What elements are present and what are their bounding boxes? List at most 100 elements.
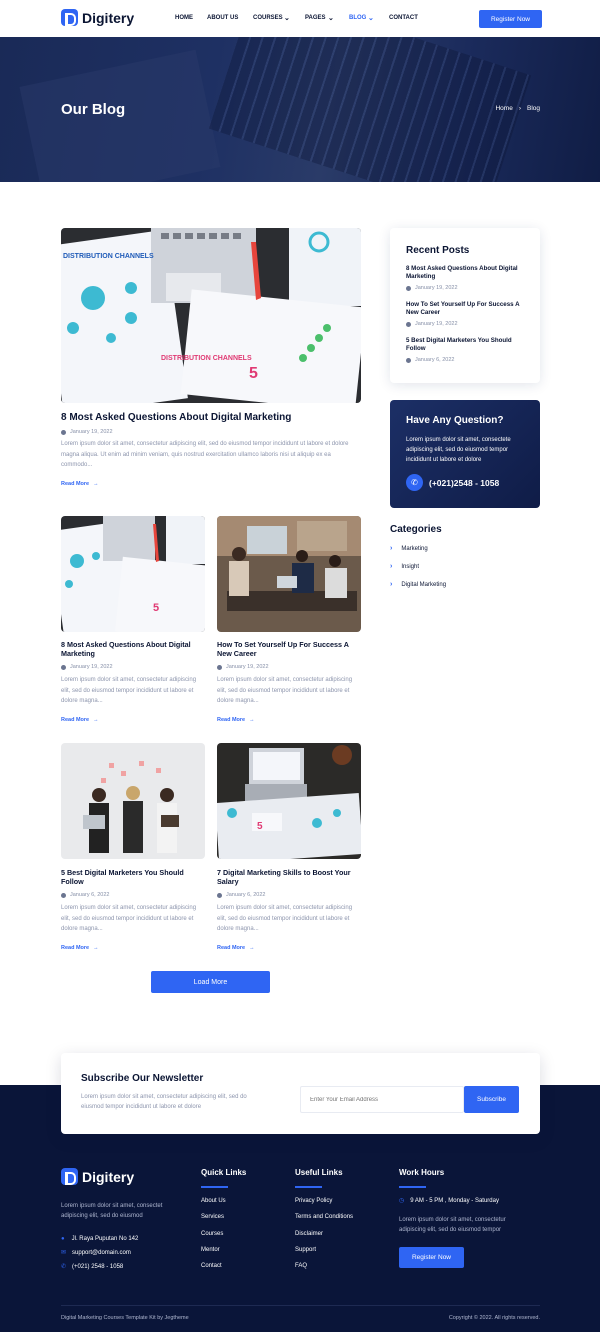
- brand-logo[interactable]: Digitery: [61, 9, 134, 26]
- clock-icon: [406, 357, 411, 363]
- arrow-right-icon: →: [249, 717, 255, 723]
- chevron-down-icon: ⌄: [284, 15, 290, 22]
- subscribe-button[interactable]: Subscribe: [464, 1086, 519, 1113]
- categories-title: Categories: [390, 524, 442, 535]
- nav-blog[interactable]: BLOG: [349, 15, 366, 21]
- nav-pages[interactable]: PAGES: [305, 15, 326, 21]
- footer-credit: Digital Marketing Courses Template Kit b…: [61, 1315, 189, 1321]
- read-more-label: Read More: [61, 717, 90, 723]
- footer-divider: [61, 1305, 540, 1306]
- svg-text:5: 5: [249, 365, 258, 382]
- work-hours: ◷ 9 AM - 5 PM , Monday - Saturday: [399, 1193, 499, 1209]
- category-item[interactable]: › Insight: [390, 563, 419, 570]
- clock-icon: ◷: [399, 1198, 405, 1204]
- category-item[interactable]: › Marketing: [390, 545, 428, 552]
- nav-courses[interactable]: COURSES: [253, 15, 283, 21]
- register-now-button[interactable]: Register Now: [479, 10, 542, 28]
- featured-post-excerpt: Lorem ipsum dolor sit amet, consectetur …: [61, 441, 349, 468]
- breadcrumb-current: Blog: [526, 105, 540, 112]
- featured-read-more[interactable]: Read More →: [61, 481, 99, 487]
- clock-icon: [61, 429, 66, 435]
- post-read-more[interactable]: Read More →: [217, 945, 255, 951]
- post-date: January 6, 2022: [217, 892, 265, 898]
- recent-post-link[interactable]: How To Set Yourself Up For Success A New…: [406, 301, 526, 317]
- useful-links-title: Useful Links: [295, 1168, 343, 1177]
- chevron-down-icon: ⌄: [328, 15, 334, 22]
- clock-icon: [406, 321, 411, 327]
- useful-links-list: Privacy Policy Terms and Conditions Disc…: [295, 1193, 353, 1274]
- post-image-1[interactable]: 5: [61, 516, 205, 632]
- quick-links-list: About Us Services Courses Mentor Contact: [201, 1193, 226, 1274]
- recent-post-link[interactable]: 8 Most Asked Questions About Digital Mar…: [406, 265, 526, 281]
- post-date: January 19, 2022: [217, 664, 269, 670]
- post-read-more[interactable]: Read More →: [217, 717, 255, 723]
- read-more-label: Read More: [61, 945, 90, 951]
- post-image-2[interactable]: [217, 516, 361, 632]
- phone-icon: ✆: [61, 1264, 67, 1270]
- post-title[interactable]: 5 Best Digital Marketers You Should Foll…: [61, 868, 205, 887]
- post-title[interactable]: 8 Most Asked Questions About Digital Mar…: [61, 640, 205, 659]
- newsletter-title: Subscribe Our Newsletter: [81, 1073, 204, 1084]
- work-hours-title: Work Hours: [399, 1168, 445, 1177]
- brand-name: Digitery: [82, 9, 135, 26]
- arrow-right-icon: →: [93, 481, 99, 487]
- post-excerpt: Lorem ipsum dolor sit amet, consectetur …: [61, 677, 197, 704]
- chevron-right-icon: ›: [518, 105, 521, 112]
- footer-copyright: Copyright © 2022. All rights reserved.: [448, 1315, 540, 1321]
- footer-link[interactable]: Contact: [201, 1258, 226, 1274]
- title-underline: [295, 1186, 322, 1188]
- category-label: Digital Marketing: [401, 581, 447, 588]
- post-title[interactable]: 7 Digital Marketing Skills to Boost Your…: [217, 868, 361, 887]
- footer-link[interactable]: Services: [201, 1209, 226, 1225]
- nav-home[interactable]: HOME: [175, 15, 193, 21]
- post-excerpt: Lorem ipsum dolor sit amet, consectetur …: [217, 905, 353, 932]
- brand-name: Digitery: [82, 1168, 135, 1185]
- featured-post-image[interactable]: DISTRIBUTION CHANNELS DISTRIBUTION CHANN…: [61, 228, 361, 403]
- arrow-right-icon: →: [249, 945, 255, 951]
- svg-text:DISTRIBUTION CHANNELS: DISTRIBUTION CHANNELS: [161, 355, 252, 362]
- post-date: January 6, 2022: [61, 892, 109, 898]
- date-text: January 6, 2022: [226, 892, 266, 898]
- footer-link[interactable]: Disclaimer: [295, 1226, 353, 1242]
- page-title: Our Blog: [61, 101, 126, 118]
- question-title: Have Any Question?: [406, 415, 504, 426]
- post-read-more[interactable]: Read More →: [61, 945, 99, 951]
- load-more-button[interactable]: Load More: [151, 971, 270, 993]
- footer-link[interactable]: Privacy Policy: [295, 1193, 353, 1209]
- hero-keyboard-graphic: [208, 37, 532, 182]
- team-photo-image: [61, 743, 205, 859]
- footer-link[interactable]: About Us: [201, 1193, 226, 1209]
- footer-phone[interactable]: ✆ (+021) 2548 - 1058: [61, 1259, 123, 1275]
- recent-post-link[interactable]: 5 Best Digital Marketers You Should Foll…: [406, 337, 526, 353]
- recent-post-date: January 19, 2022: [406, 321, 458, 327]
- breadcrumb-home[interactable]: Home: [495, 105, 512, 112]
- post-image-3[interactable]: [61, 743, 205, 859]
- hours-text: 9 AM - 5 PM , Monday - Saturday: [410, 1198, 499, 1204]
- phone-icon: ✆: [406, 474, 423, 491]
- work-hours-text: Lorem ipsum dolor sit amet, consectetur …: [399, 1217, 506, 1234]
- clock-icon: [217, 664, 222, 670]
- footer-register-button[interactable]: Register Now: [399, 1247, 464, 1268]
- newsletter-email-input[interactable]: [300, 1086, 464, 1113]
- question-phone[interactable]: (+021)2548 - 1058: [429, 478, 499, 488]
- footer-link[interactable]: FAQ: [295, 1258, 353, 1274]
- nav-about[interactable]: ABOUT US: [207, 15, 238, 21]
- footer-link[interactable]: Terms and Conditions: [295, 1209, 353, 1225]
- read-more-label: Read More: [217, 717, 246, 723]
- footer-link[interactable]: Courses: [201, 1226, 226, 1242]
- nav-contact[interactable]: CONTACT: [389, 15, 418, 21]
- category-item[interactable]: › Digital Marketing: [390, 581, 446, 588]
- footer-link[interactable]: Mentor: [201, 1242, 226, 1258]
- post-image-4[interactable]: 5: [217, 743, 361, 859]
- post-excerpt: Lorem ipsum dolor sit amet, consectetur …: [217, 677, 353, 704]
- recent-posts-widget: Recent Posts 8 Most Asked Questions Abou…: [390, 228, 540, 383]
- footer-logo[interactable]: Digitery: [61, 1168, 134, 1185]
- date-text: January 19, 2022: [70, 664, 113, 670]
- arrow-right-icon: →: [93, 717, 99, 723]
- post-read-more[interactable]: Read More →: [61, 717, 99, 723]
- featured-post-title[interactable]: 8 Most Asked Questions About Digital Mar…: [61, 411, 361, 424]
- breadcrumb: Home › Blog: [495, 105, 540, 112]
- post-title[interactable]: How To Set Yourself Up For Success A New…: [217, 640, 361, 659]
- category-label: Marketing: [401, 545, 428, 552]
- footer-link[interactable]: Support: [295, 1242, 353, 1258]
